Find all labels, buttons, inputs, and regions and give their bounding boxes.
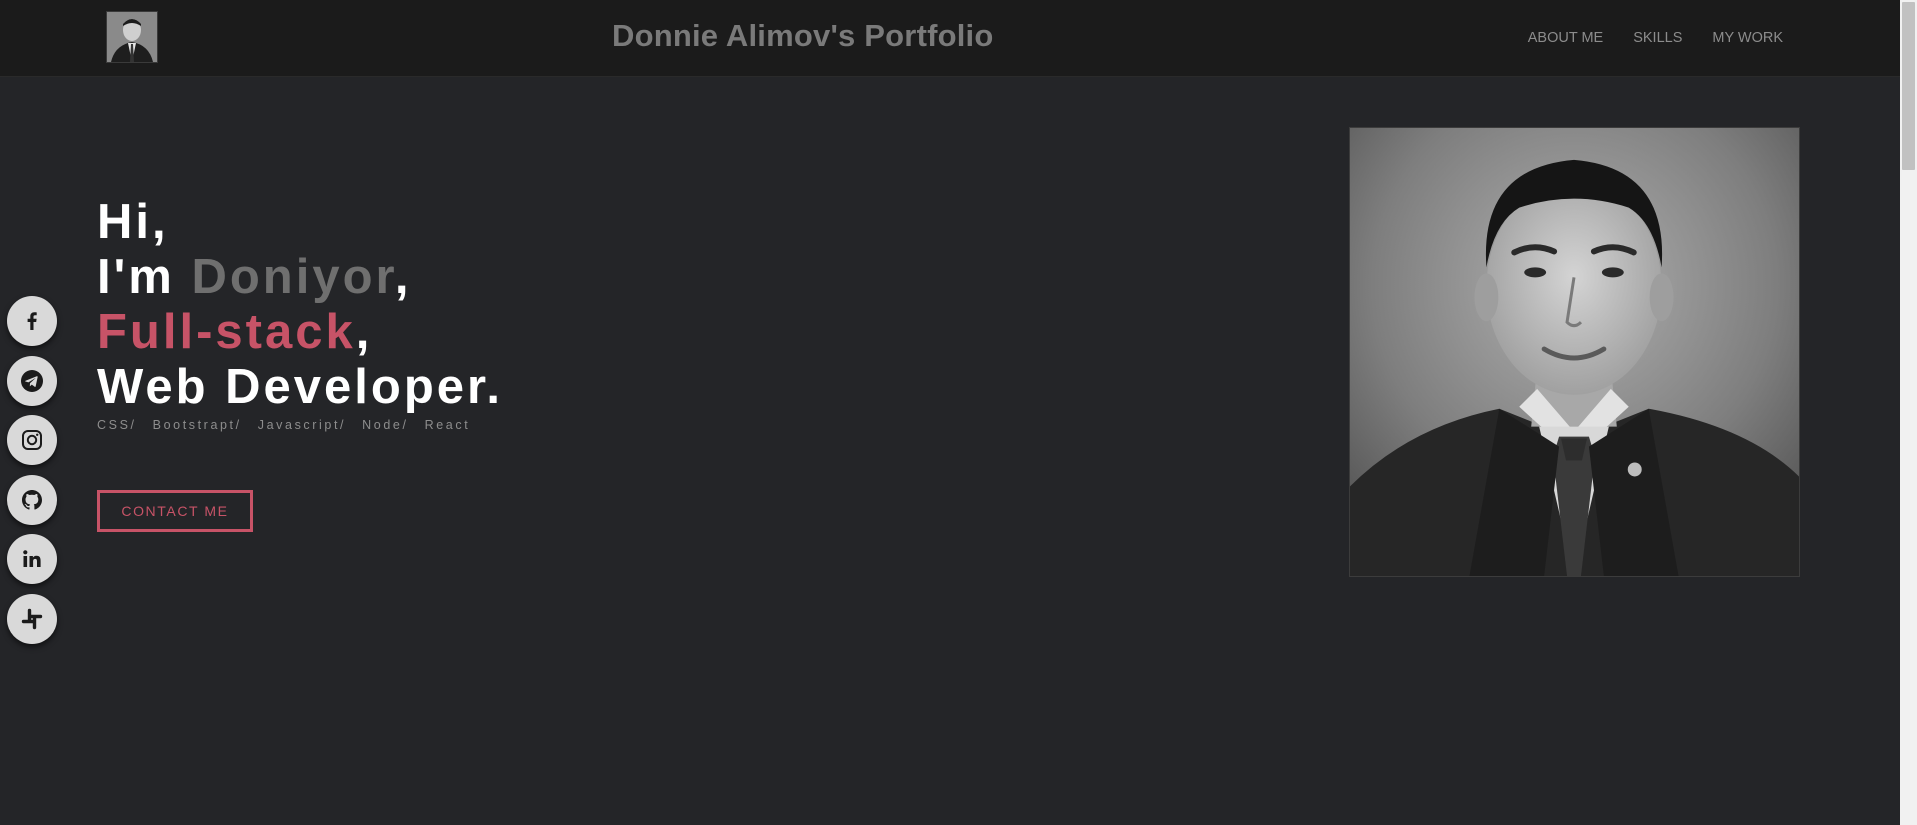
avatar[interactable]	[106, 11, 158, 63]
nav-skills[interactable]: SKILLS	[1633, 30, 1682, 46]
telegram-button[interactable]	[7, 356, 57, 406]
role-comma: ,	[355, 305, 373, 359]
nav-my-work[interactable]: MY WORK	[1712, 30, 1783, 46]
greeting: Hi,	[97, 195, 169, 249]
slack-icon	[21, 608, 43, 630]
facebook-icon	[27, 312, 37, 330]
nav-menu: ABOUT ME SKILLS MY WORK	[1528, 30, 1783, 46]
instagram-button[interactable]	[7, 415, 57, 465]
telegram-icon	[21, 370, 43, 392]
scrollbar-thumb[interactable]	[1902, 2, 1915, 170]
im-prefix: I'm	[97, 250, 192, 304]
role-title-line: Web Developer.	[97, 360, 503, 415]
hero-heading: Hi, I'm Doniyor, Full-stack, Web Develop…	[97, 195, 503, 415]
slack-button[interactable]	[7, 594, 57, 644]
greeting-line: Hi,	[97, 195, 503, 250]
role-highlight: Full-stack	[97, 305, 356, 359]
site-title[interactable]: Donnie Alimov's Portfolio	[612, 18, 994, 54]
linkedin-button[interactable]	[7, 534, 57, 584]
role-line: Full-stack,	[97, 305, 503, 360]
facebook-button[interactable]	[7, 296, 57, 346]
name-line: I'm Doniyor,	[97, 250, 503, 305]
profile-portrait	[1350, 128, 1799, 576]
page-scrollbar[interactable]	[1900, 0, 1917, 825]
profile-photo	[1349, 127, 1800, 577]
contact-me-button[interactable]: CONTACT ME	[97, 490, 253, 532]
avatar-portrait	[107, 12, 157, 62]
github-button[interactable]	[7, 475, 57, 525]
name-comma: ,	[394, 250, 412, 304]
name-highlight: Doniyor	[191, 250, 395, 304]
navbar: Donnie Alimov's Portfolio ABOUT ME SKILL…	[0, 0, 1900, 77]
tech-stack: CSS/ Bootstrapt/ Javascript/ Node/ React	[97, 418, 471, 432]
linkedin-icon	[23, 550, 41, 567]
role-title: Web Developer.	[97, 360, 504, 414]
nav-about-me[interactable]: ABOUT ME	[1528, 30, 1603, 46]
github-icon	[22, 490, 42, 510]
instagram-icon	[22, 430, 42, 450]
